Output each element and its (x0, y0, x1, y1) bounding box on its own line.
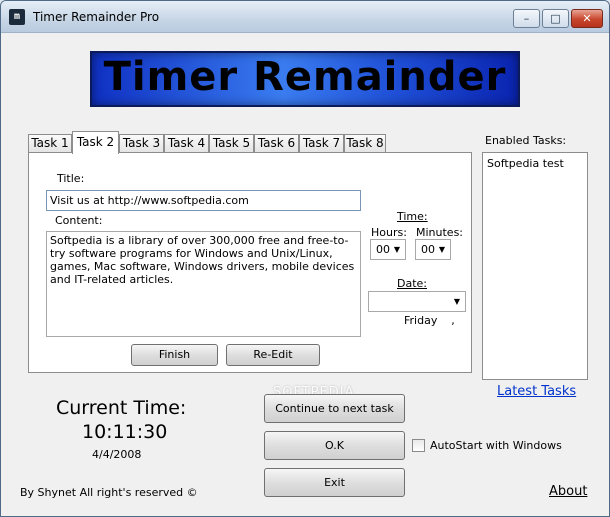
enabled-tasks-list[interactable]: Softpedia test (482, 152, 588, 380)
window-title: Timer Remainder Pro (33, 10, 160, 24)
chevron-down-icon: ▼ (438, 245, 445, 254)
ok-button[interactable]: O.K (264, 431, 405, 460)
exit-button[interactable]: Exit (264, 468, 405, 497)
time-label: Time: (397, 210, 428, 223)
title-input[interactable]: Visit us at http://www.softpedia.com (46, 190, 361, 211)
list-item[interactable]: Softpedia test (487, 157, 583, 170)
tab-task-3[interactable]: Task 3 (119, 134, 164, 153)
title-bar[interactable]: m Timer Remainder Pro – □ ✕ (1, 1, 609, 33)
app-banner: Timer Remainder (90, 51, 520, 107)
about-link[interactable]: About (549, 484, 587, 499)
tab-task-5[interactable]: Task 5 (209, 134, 254, 153)
task-panel: Title: Visit us at http://www.softpedia.… (28, 152, 472, 373)
tab-task-4[interactable]: Task 4 (164, 134, 209, 153)
tab-task-7[interactable]: Task 7 (299, 134, 344, 153)
latest-tasks-link[interactable]: Latest Tasks (497, 384, 576, 399)
app-icon: m (9, 9, 25, 25)
current-time-label: Current Time: (56, 397, 187, 419)
re-edit-button[interactable]: Re-Edit (226, 344, 320, 366)
hours-label: Hours: (371, 226, 407, 239)
title-label: Title: (57, 172, 85, 185)
tab-task-6[interactable]: Task 6 (254, 134, 299, 153)
continue-button[interactable]: Continue to next task (264, 394, 405, 423)
chevron-down-icon: ▼ (393, 245, 400, 254)
tab-task-8[interactable]: Task 8 (344, 134, 386, 153)
autostart-label: AutoStart with Windows (430, 439, 562, 452)
autostart-checkbox[interactable] (412, 439, 425, 452)
hours-select[interactable]: 00 ▼ (370, 239, 406, 260)
current-date: 4/4/2008 (92, 448, 142, 461)
minutes-label: Minutes: (416, 226, 464, 239)
banner-title: Timer Remainder (103, 54, 507, 100)
date-value: Friday , (403, 314, 455, 327)
maximize-button[interactable]: □ (542, 9, 569, 28)
date-label: Date: (397, 277, 427, 290)
minimize-button[interactable]: – (513, 9, 540, 28)
hours-value: 00 (376, 243, 390, 256)
app-window: m Timer Remainder Pro – □ ✕ Timer Remain… (0, 0, 610, 517)
current-time-value: 10:11:30 (82, 421, 168, 443)
date-picker[interactable]: Friday , ▼ (368, 291, 466, 327)
copyright-text: By Shynet All right's reserved © (20, 486, 198, 499)
content-textarea[interactable]: Softpedia is a library of over 300,000 f… (46, 231, 361, 337)
tab-task-1[interactable]: Task 1 (28, 134, 72, 153)
enabled-tasks-label: Enabled Tasks: (485, 134, 567, 147)
tab-task-2[interactable]: Task 2 (72, 131, 119, 154)
chevron-down-icon: ▼ (453, 297, 460, 306)
minutes-select[interactable]: 00 ▼ (415, 239, 451, 260)
finish-button[interactable]: Finish (131, 344, 218, 366)
content-label: Content: (55, 214, 103, 227)
close-button[interactable]: ✕ (571, 9, 603, 28)
minutes-value: 00 (421, 243, 435, 256)
